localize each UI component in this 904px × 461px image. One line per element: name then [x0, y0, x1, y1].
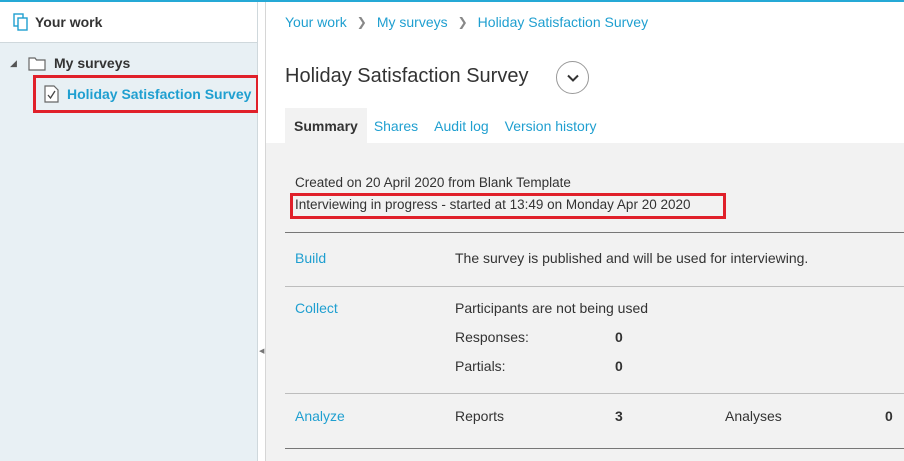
- breadcrumb: Your work ❯ My surveys ❯ Holiday Satisfa…: [285, 14, 648, 30]
- tab-bar: Summary Shares Audit log Version history: [285, 108, 603, 143]
- survey-item-label: Holiday Satisfaction Survey: [67, 86, 252, 102]
- page-title: Holiday Satisfaction Survey: [285, 65, 529, 87]
- sidebar: Your work ◢ My surveys Holiday Satisfact…: [0, 2, 259, 461]
- sidebar-header: Your work: [0, 2, 257, 43]
- divider: [285, 286, 904, 287]
- caret-down-icon[interactable]: ◢: [10, 58, 20, 69]
- divider: [285, 232, 904, 233]
- chevron-right-icon: ❯: [457, 15, 468, 29]
- main-panel: Your work ❯ My surveys ❯ Holiday Satisfa…: [266, 2, 904, 461]
- breadcrumb-your-work[interactable]: Your work: [285, 14, 347, 30]
- tab-version-history[interactable]: Version history: [496, 108, 606, 143]
- analyze-link[interactable]: Analyze: [295, 408, 345, 424]
- survey-actions-dropdown-button[interactable]: [556, 61, 589, 94]
- divider: [285, 448, 904, 449]
- tab-audit-log[interactable]: Audit log: [425, 108, 497, 143]
- analyses-value: 0: [885, 408, 893, 424]
- chevron-right-icon: ❯: [356, 15, 367, 29]
- panel-splitter[interactable]: ◀: [258, 2, 266, 461]
- analyses-label: Analyses: [725, 408, 782, 424]
- created-info: Created on 20 April 2020 from Blank Temp…: [295, 175, 571, 190]
- responses-label: Responses:: [455, 329, 529, 345]
- folder-label: My surveys: [54, 55, 131, 71]
- summary-panel: Created on 20 April 2020 from Blank Temp…: [266, 143, 904, 461]
- documents-icon: [13, 13, 28, 31]
- responses-value: 0: [615, 329, 623, 345]
- tree-folder-my-surveys[interactable]: ◢ My surveys: [10, 55, 130, 71]
- breadcrumb-my-surveys[interactable]: My surveys: [377, 14, 448, 30]
- survey-document-icon: [44, 85, 59, 103]
- build-link[interactable]: Build: [295, 250, 326, 266]
- collect-link[interactable]: Collect: [295, 300, 338, 316]
- build-description: The survey is published and will be used…: [455, 250, 809, 266]
- reports-label: Reports: [455, 408, 505, 424]
- reports-value: 3: [615, 408, 623, 424]
- status-info: Interviewing in progress - started at 13…: [295, 197, 691, 212]
- collapse-arrow-icon[interactable]: ◀: [259, 347, 264, 355]
- partials-value: 0: [615, 358, 623, 374]
- collect-description: Participants are not being used: [455, 300, 649, 316]
- partials-label: Partials:: [455, 358, 506, 374]
- divider: [285, 393, 904, 394]
- tree-item-holiday-satisfaction-survey[interactable]: Holiday Satisfaction Survey: [33, 75, 259, 113]
- folder-icon: [28, 56, 46, 71]
- breadcrumb-current-survey[interactable]: Holiday Satisfaction Survey: [478, 14, 648, 30]
- sidebar-header-label: Your work: [35, 14, 103, 30]
- tab-summary[interactable]: Summary: [285, 108, 367, 143]
- chevron-down-icon: [566, 74, 579, 82]
- tab-shares[interactable]: Shares: [365, 108, 427, 143]
